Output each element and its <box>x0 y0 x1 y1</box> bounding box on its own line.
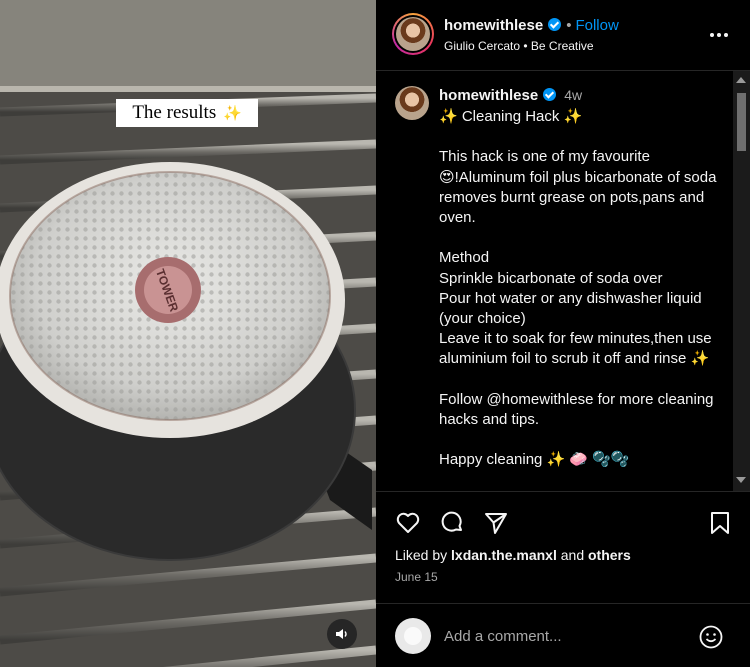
liked-by-others[interactable]: others <box>588 547 631 563</box>
caption-text: ✨ Cleaning Hack ✨ This hack is one of my… <box>439 108 717 469</box>
scrollbar-thumb[interactable] <box>737 93 746 151</box>
overlay-text: The results <box>132 102 217 123</box>
caption-scrollbar[interactable] <box>733 71 750 491</box>
verified-badge-icon <box>548 18 562 31</box>
verified-badge-icon <box>543 88 557 101</box>
separator-dot: • <box>566 17 572 34</box>
heart-icon[interactable] <box>395 510 421 536</box>
post-video[interactable]: TOWER The results ✨ <box>0 0 376 667</box>
author-avatar[interactable] <box>392 13 434 55</box>
follow-button[interactable]: Follow <box>575 17 618 34</box>
actions-divider <box>376 491 750 492</box>
current-user-avatar <box>395 618 431 654</box>
author-line: homewithlese • Follow <box>444 17 619 34</box>
action-bar <box>376 505 750 541</box>
liked-by-prefix: Liked by <box>395 547 448 563</box>
sparkles-emoji: ✨ <box>222 106 242 122</box>
audio-toggle-button[interactable] <box>327 619 357 649</box>
video-overlay-text: The results ✨ <box>116 99 258 127</box>
liked-by-user[interactable]: lxdan.the.manxl <box>451 547 557 563</box>
scroll-up-arrow-icon[interactable] <box>736 77 746 83</box>
liked-by-and: and <box>560 547 585 563</box>
audio-credit[interactable]: Giulio Cercato • Be Creative <box>444 39 594 53</box>
comment-bar <box>376 604 750 667</box>
comment-icon[interactable] <box>439 510 465 536</box>
author-username[interactable]: homewithlese <box>444 17 543 34</box>
liked-by-summary[interactable]: Liked by lxdan.the.manxl and others <box>395 547 631 563</box>
more-options-icon[interactable] <box>708 24 730 46</box>
post-header: homewithlese • Follow Giulio Cercato • Be … <box>376 0 750 70</box>
emoji-icon[interactable] <box>698 624 724 650</box>
caption-avatar[interactable] <box>395 86 429 120</box>
post-time-ago: 4w <box>564 87 583 103</box>
post-date[interactable]: June 15 <box>395 570 438 584</box>
send-icon[interactable] <box>483 510 509 536</box>
scroll-down-arrow-icon[interactable] <box>736 477 746 483</box>
speaker-icon <box>336 629 347 639</box>
comment-input[interactable] <box>444 624 694 648</box>
caption-username[interactable]: homewithlese <box>439 87 538 104</box>
post-panel: homewithlese • Follow Giulio Cercato • Be … <box>376 0 750 667</box>
caption-section: homewithlese 4w ✨ Cleaning Hack ✨ This ha… <box>376 71 750 491</box>
caption-author-line: homewithlese 4w <box>439 87 582 104</box>
bookmark-icon[interactable] <box>707 510 733 536</box>
